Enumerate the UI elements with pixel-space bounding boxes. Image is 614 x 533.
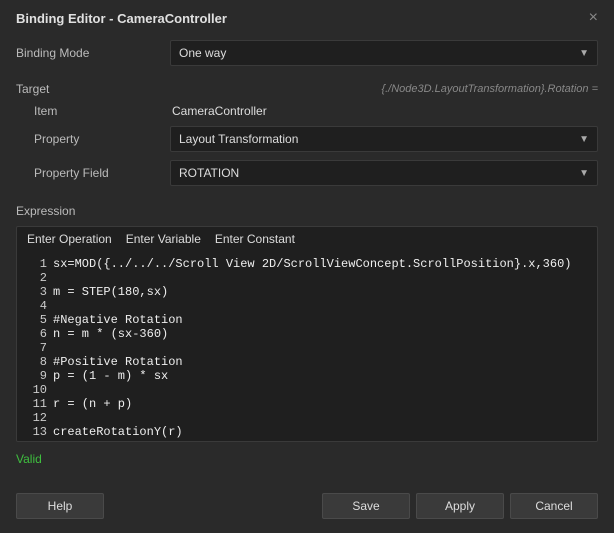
validation-status: Valid — [16, 452, 598, 466]
enter-constant-button[interactable]: Enter Constant — [215, 232, 295, 246]
target-field-value: ROTATION — [179, 166, 239, 180]
code-text: sx=MOD({../../../Scroll View 2D/ScrollVi… — [53, 257, 571, 271]
code-line: 1 sx=MOD({../../../Scroll View 2D/ScrollV… — [27, 257, 587, 271]
line-number: 5 — [27, 313, 47, 327]
target-field-select[interactable]: ROTATION ▼ — [170, 160, 598, 186]
line-number: 4 — [27, 299, 47, 313]
expression-code-editor[interactable]: 1 sx=MOD({../../../Scroll View 2D/ScrollV… — [16, 251, 598, 442]
code-text: n = m * (sx-360) — [53, 327, 168, 341]
code-line: 8 #Positive Rotation — [27, 355, 587, 369]
chevron-down-icon: ▼ — [579, 168, 589, 179]
target-field-label: Property Field — [16, 166, 170, 180]
target-property-value: Layout Transformation — [179, 132, 298, 146]
target-item-label: Item — [16, 104, 170, 118]
line-number: 2 — [27, 271, 47, 285]
code-text: createRotationY(r) — [53, 425, 183, 439]
target-property-label: Property — [16, 132, 170, 146]
chevron-down-icon: ▼ — [579, 48, 589, 59]
code-text: r = (n + p) — [53, 397, 132, 411]
window-title: Binding Editor - CameraController — [16, 11, 227, 26]
binding-editor-window: Binding Editor - CameraController × Bind… — [0, 0, 614, 533]
expression-toolbar: Enter Operation Enter Variable Enter Con… — [16, 226, 598, 251]
code-text: m = STEP(180,sx) — [53, 285, 168, 299]
binding-mode-label: Binding Mode — [16, 46, 170, 60]
code-line: 9 p = (1 - m) * sx — [27, 369, 587, 383]
title-bar: Binding Editor - CameraController × — [16, 10, 598, 26]
save-button[interactable]: Save — [322, 493, 410, 519]
expression-section-row: Expression — [16, 204, 598, 218]
line-number: 13 — [27, 425, 47, 439]
target-item-value: CameraController — [170, 104, 598, 118]
line-number: 6 — [27, 327, 47, 341]
target-label: Target — [16, 82, 49, 96]
code-text: #Negative Rotation — [53, 313, 183, 327]
enter-variable-button[interactable]: Enter Variable — [126, 232, 201, 246]
code-line: 3 m = STEP(180,sx) — [27, 285, 587, 299]
target-section-row: Target {./Node3D.LayoutTransformation}.R… — [16, 82, 598, 96]
code-text: p = (1 - m) * sx — [53, 369, 168, 383]
line-number: 3 — [27, 285, 47, 299]
cancel-button[interactable]: Cancel — [510, 493, 598, 519]
target-path: {./Node3D.LayoutTransformation}.Rotation… — [381, 83, 598, 95]
line-number: 11 — [27, 397, 47, 411]
code-line: 7 — [27, 341, 587, 355]
code-line: 4 — [27, 299, 587, 313]
line-number: 9 — [27, 369, 47, 383]
expression-label: Expression — [16, 204, 75, 218]
line-number: 12 — [27, 411, 47, 425]
target-item-row: Item CameraController — [16, 104, 598, 118]
target-property-row: Property Layout Transformation ▼ — [16, 126, 598, 152]
line-number: 10 — [27, 383, 47, 397]
binding-mode-row: Binding Mode One way ▼ — [16, 40, 598, 66]
code-text: #Positive Rotation — [53, 355, 183, 369]
binding-mode-select[interactable]: One way ▼ — [170, 40, 598, 66]
line-number: 7 — [27, 341, 47, 355]
code-line: 2 — [27, 271, 587, 285]
apply-button[interactable]: Apply — [416, 493, 504, 519]
chevron-down-icon: ▼ — [579, 134, 589, 145]
line-number: 1 — [27, 257, 47, 271]
close-icon[interactable]: × — [589, 10, 598, 26]
target-field-row: Property Field ROTATION ▼ — [16, 160, 598, 186]
code-line: 11 r = (n + p) — [27, 397, 587, 411]
binding-mode-value: One way — [179, 46, 226, 60]
line-number: 8 — [27, 355, 47, 369]
code-line: 6 n = m * (sx-360) — [27, 327, 587, 341]
target-property-select[interactable]: Layout Transformation ▼ — [170, 126, 598, 152]
code-line: 12 — [27, 411, 587, 425]
code-line: 13 createRotationY(r) — [27, 425, 587, 439]
code-line: 10 — [27, 383, 587, 397]
dialog-button-row: Help Save Apply Cancel — [16, 493, 598, 519]
code-line: 5 #Negative Rotation — [27, 313, 587, 327]
help-button[interactable]: Help — [16, 493, 104, 519]
enter-operation-button[interactable]: Enter Operation — [27, 232, 112, 246]
